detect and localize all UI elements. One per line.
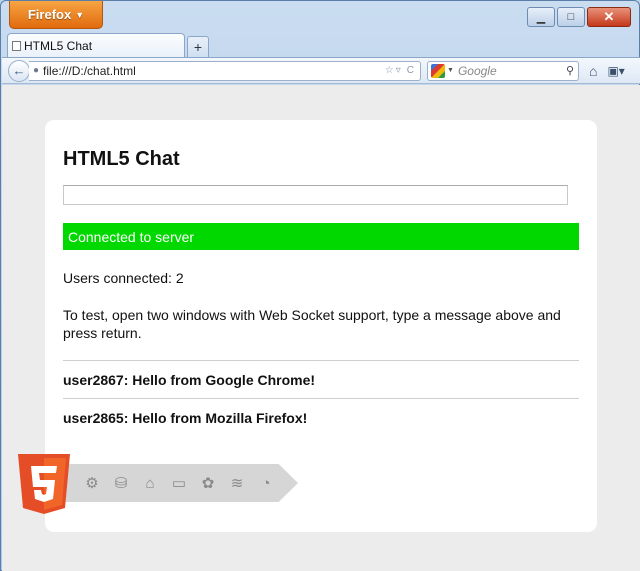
back-button[interactable]: ← [8,59,30,82]
back-arrow-icon: ← [12,63,26,78]
firefox-menu-button[interactable]: Firefox ▼ [9,1,103,29]
bookmark-star-icon[interactable]: ☆▿ [385,65,407,76]
users-connected: Users connected: 2 [63,270,184,286]
reload-icon[interactable]: C [407,65,420,76]
html5-badge: ⚙ ⛁ ⌂ ▭ ✿ ≋ ◔ [16,454,306,514]
window-controls: ▁ □ ✕ [527,7,631,27]
list-item: user2865: Hello from Mozilla Firefox! [63,398,579,436]
search-placeholder: Google [457,63,497,78]
close-icon: ✕ [603,9,615,24]
message-list: user2867: Hello from Google Chrome! user… [63,360,579,436]
css3-styling-icon: ◔ [261,474,271,492]
search-icon[interactable]: ⚲ [566,64,574,77]
page-title: HTML5 Chat [63,148,180,170]
device-access-icon: ⌂ [145,474,155,492]
navigation-bar: ← ● file:///D:/chat.html ☆▿ C ▼ Google ⚲… [2,57,640,84]
new-tab-button[interactable]: + [187,36,209,57]
globe-icon: ● [33,65,40,76]
connectivity-icon: ▭ [171,475,187,492]
list-item: user2867: Hello from Google Chrome! [63,360,579,398]
plus-icon: + [193,39,203,55]
page-icon [12,40,21,51]
performance-icon: ≋ [230,475,244,492]
message-input[interactable] [63,185,568,205]
url-bar[interactable]: ● file:///D:/chat.html ☆▿ C [29,60,421,81]
minimize-button[interactable]: ▁ [527,7,555,27]
search-bar[interactable]: ▼ Google ⚲ [427,60,579,81]
page-viewport: HTML5 Chat Connected to server Users con… [2,85,640,571]
multimedia-icon: ✿ [201,475,215,492]
firefox-menu-label: Firefox [27,7,72,22]
tab-bar: HTML5 Chat + [7,33,209,57]
maximize-button[interactable]: □ [557,7,585,27]
connection-status: Connected to server [63,223,579,250]
instructions-text: To test, open two windows with Web Socke… [63,307,561,341]
google-engine-icon[interactable] [431,63,445,78]
engine-dropdown-icon[interactable]: ▼ [447,67,454,74]
tab-label: HTML5 Chat [24,38,93,53]
bookmarks-menu-icon[interactable]: ▣▾ [607,64,624,78]
html5-features-strip: ⚙ ⛁ ⌂ ▭ ✿ ≋ ◔ [56,464,298,502]
minimize-icon: ▁ [536,11,546,24]
offline-storage-icon: ⛁ [114,475,128,492]
html5-logo-icon [18,454,70,514]
home-icon[interactable]: ⌂ [589,63,597,79]
close-button[interactable]: ✕ [587,7,631,27]
browser-window: Firefox ▼ ▁ □ ✕ HTML5 Chat + ← ● file://… [0,0,640,571]
maximize-icon: □ [567,11,575,23]
semantics-icon: ⚙ [85,475,99,492]
chevron-down-icon: ▼ [75,9,85,20]
tab-html5-chat[interactable]: HTML5 Chat [7,33,185,57]
url-text: file:///D:/chat.html [43,63,136,78]
